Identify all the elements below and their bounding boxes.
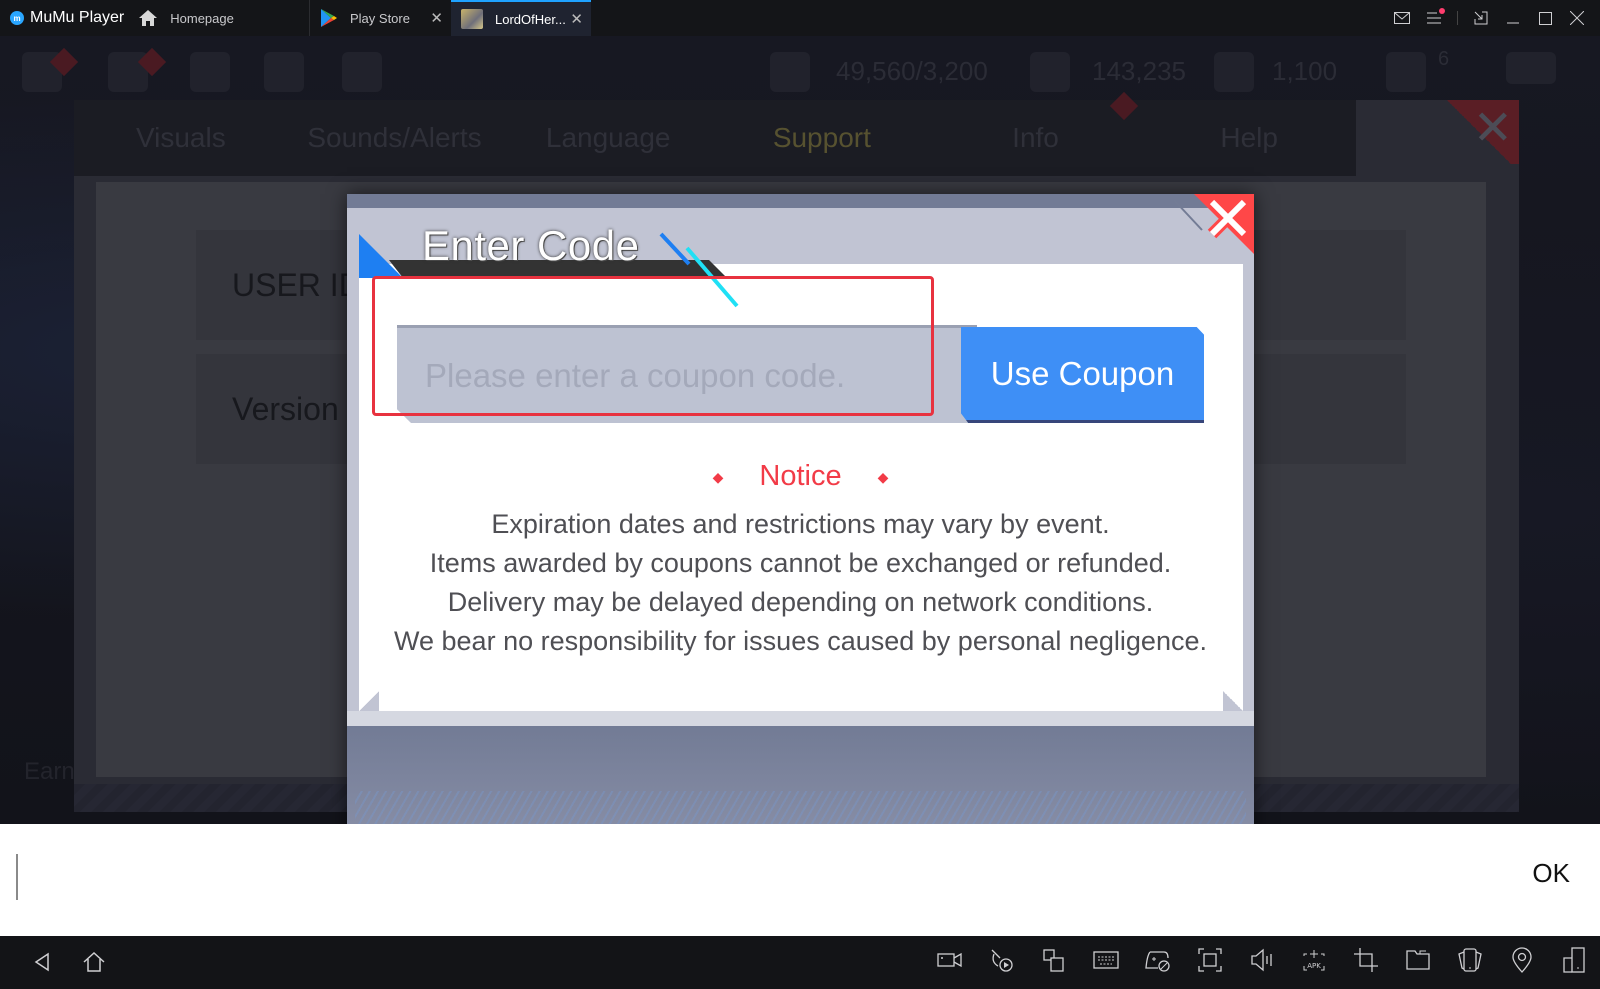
install-apk-icon[interactable]: APK (1300, 946, 1328, 974)
screenshot-icon[interactable] (1196, 946, 1224, 974)
maximize-icon[interactable] (1536, 9, 1554, 27)
divider (1457, 11, 1458, 25)
back-icon[interactable] (28, 948, 56, 976)
dialog-top-strip (347, 194, 1254, 208)
close-tab-icon[interactable]: ✕ (430, 9, 443, 27)
game-thumbnail (461, 9, 483, 29)
video-off-icon[interactable] (988, 946, 1016, 974)
notice-line: Items awarded by coupons cannot be excha… (429, 548, 1172, 578)
folder-icon[interactable] (1404, 946, 1432, 974)
settings-close-button[interactable]: ✕ (1439, 100, 1519, 164)
menu-icon[interactable] (1425, 8, 1445, 27)
rotate-icon[interactable] (1560, 946, 1588, 974)
tab-support[interactable]: Support (715, 100, 929, 176)
gold-icon (1030, 52, 1070, 92)
notification-dot (1439, 8, 1445, 14)
tab-info[interactable]: Info (929, 100, 1143, 176)
gem-icon (1214, 52, 1254, 92)
tab-lordofheroes[interactable]: LordOfHer... ✕ (451, 0, 591, 36)
window-controls (1393, 0, 1586, 36)
volume-icon[interactable] (1248, 946, 1276, 974)
earn-label: Earn (24, 758, 75, 785)
shake-icon[interactable] (1456, 946, 1484, 974)
app-name: MuMu Player (30, 9, 125, 26)
home-icon (139, 10, 158, 26)
tab-homepage[interactable]: Homepage (138, 9, 234, 27)
bottom-toolbar: APK (0, 936, 1600, 989)
fullscreen-icon[interactable] (1472, 9, 1490, 27)
close-tab-icon[interactable]: ✕ (570, 10, 583, 28)
chat-icon[interactable] (1506, 52, 1556, 84)
achievement-icon[interactable] (190, 52, 230, 92)
gem-value: 1,100 (1272, 56, 1338, 86)
dialog-title: Enter Code (422, 222, 640, 269)
notice-text: Expiration dates and restrictions may va… (347, 505, 1254, 661)
screen-record-icon[interactable] (936, 946, 964, 974)
game-viewport: 49,560/3,200 143,235 1,100 6 Visuals Sou… (0, 36, 1600, 824)
diamond-icon: ◆ (877, 468, 889, 485)
home-icon[interactable] (80, 948, 108, 976)
minimize-icon[interactable] (1504, 9, 1522, 27)
enter-code-dialog: Enter Code Use Coupon ◆ Notice ◆ Expiratio… (347, 194, 1254, 824)
stamina-value: 49,560/3,200 (836, 56, 988, 86)
mail-game-icon[interactable] (1386, 52, 1426, 92)
shop-bag-icon[interactable] (342, 52, 382, 92)
stamina-icon (770, 52, 810, 92)
notice-line: Delivery may be delayed depending on net… (447, 587, 1154, 617)
dialog-band (347, 711, 1254, 727)
tab-visuals[interactable]: Visuals (74, 100, 288, 176)
notice-heading: ◆ Notice ◆ (347, 460, 1254, 493)
corner-decoration (359, 691, 379, 711)
corner-decoration (1223, 691, 1243, 711)
tab-language[interactable]: Language (501, 100, 715, 176)
tab-label: Homepage (170, 10, 234, 26)
text-caret (16, 854, 18, 900)
mail-badge: 6 (1438, 48, 1450, 70)
dialog-close-button[interactable] (1172, 194, 1254, 258)
app-brand: m MuMu Player Homepage (0, 0, 275, 36)
gold-value: 143,235 (1092, 56, 1186, 86)
mail-icon[interactable] (1393, 9, 1411, 27)
ime-text-bar[interactable]: OK (0, 824, 1600, 936)
play-store-icon (321, 9, 337, 27)
gamepad-icon[interactable] (1144, 946, 1172, 974)
use-coupon-button[interactable]: Use Coupon (961, 327, 1204, 423)
notice-title: Notice (759, 460, 842, 492)
svg-text:APK: APK (1307, 962, 1321, 970)
close-icon[interactable] (1568, 9, 1586, 27)
multi-instance-icon[interactable] (1040, 946, 1068, 974)
tab-sounds-alerts[interactable]: Sounds/Alerts (288, 100, 502, 176)
settings-tabs: Visuals Sounds/Alerts Language Support I… (74, 100, 1356, 176)
dialog-footer (347, 726, 1254, 824)
tool-icons: APK (936, 946, 1588, 978)
title-bar: m MuMu Player Homepage Play Store ✕ Lord… (0, 0, 1600, 36)
ok-button[interactable]: OK (1532, 858, 1570, 889)
hatch-pattern (355, 791, 1246, 824)
close-icon: ✕ (1472, 102, 1513, 155)
mumu-logo-icon: m (10, 11, 24, 25)
notice-line: Expiration dates and restrictions may va… (491, 509, 1110, 539)
notice-line: We bear no responsibility for issues cau… (394, 626, 1207, 656)
row-label: USER ID (232, 266, 362, 303)
coupon-code-input-wrapper[interactable] (397, 325, 977, 423)
tab-label: Play Store (350, 10, 410, 26)
crop-icon[interactable] (1352, 946, 1380, 974)
tab-label: LordOfHer... (495, 11, 566, 27)
keyboard-icon[interactable] (1092, 946, 1120, 974)
coupon-code-input[interactable] (425, 356, 977, 395)
game-hud: 49,560/3,200 143,235 1,100 6 (0, 36, 1600, 100)
diamond-icon: ◆ (712, 468, 724, 485)
tab-play-store[interactable]: Play Store ✕ (309, 0, 451, 36)
calendar-check-icon[interactable] (264, 52, 304, 92)
tab-help[interactable]: Help (1142, 100, 1356, 176)
location-icon[interactable] (1508, 946, 1536, 974)
row-label: Version (232, 390, 339, 427)
